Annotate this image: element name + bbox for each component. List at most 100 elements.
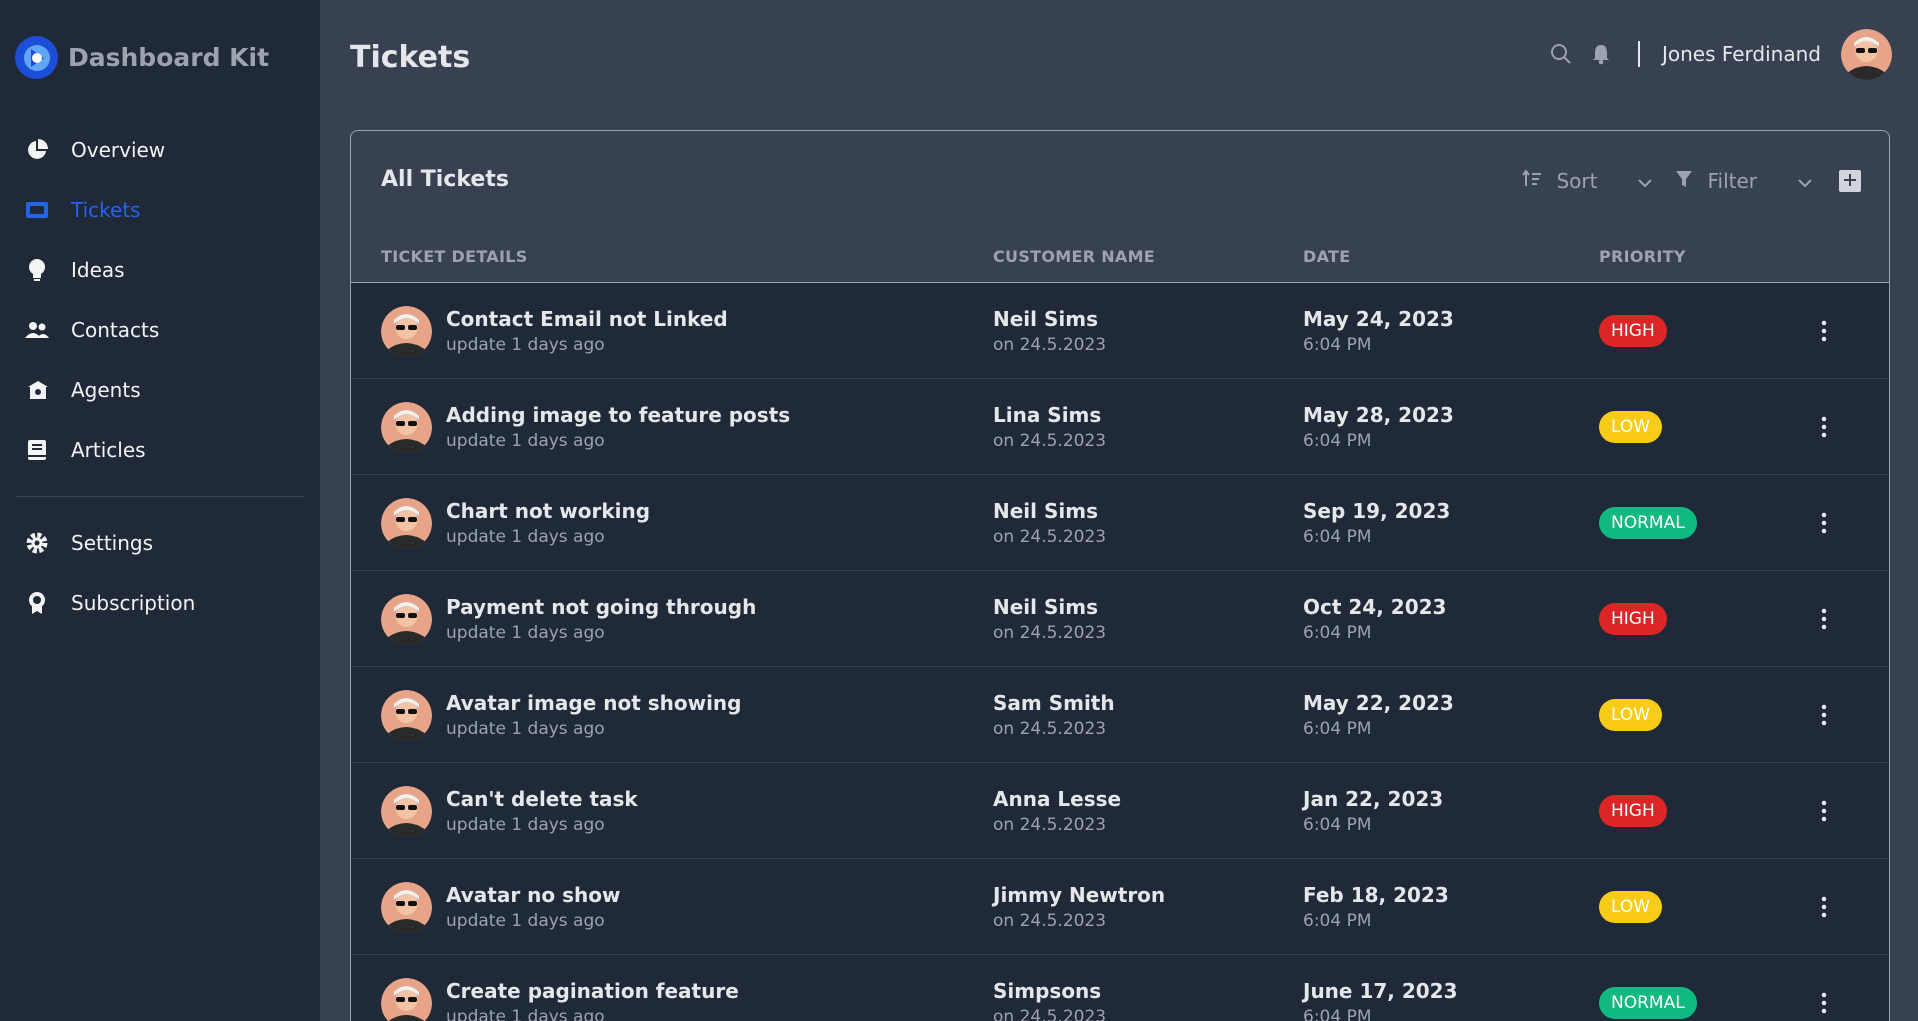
customer-date: on 24.5.2023 [993, 431, 1107, 451]
filter-icon [1675, 169, 1693, 193]
sidebar-item-label: Articles [71, 438, 146, 462]
customer-cell: Anna Lesse on 24.5.2023 [993, 763, 1121, 859]
more-vertical-icon[interactable] [1811, 414, 1837, 440]
ticket-title[interactable]: Can't delete task [446, 787, 638, 811]
brand-name: Dashboard Kit [68, 43, 270, 72]
customer-date: on 24.5.2023 [993, 623, 1107, 643]
ticket-time: 6:04 PM [1303, 623, 1372, 643]
search-icon[interactable] [1548, 41, 1574, 67]
ticket-title[interactable]: Adding image to feature posts [446, 403, 790, 427]
customer-date: on 24.5.2023 [993, 911, 1107, 931]
sidebar: Dashboard Kit Overview Tickets Ideas Con… [0, 0, 320, 1021]
table-row[interactable]: Chart not working update 1 days ago Neil… [351, 475, 1889, 571]
ticket-title[interactable]: Payment not going through [446, 595, 756, 619]
more-vertical-icon[interactable] [1811, 894, 1837, 920]
table-row[interactable]: Create pagination feature update 1 days … [351, 955, 1889, 1021]
sort-icon [1522, 169, 1542, 193]
ticket-details-cell: Adding image to feature posts update 1 d… [381, 379, 790, 475]
sort-button[interactable]: Sort [1522, 169, 1653, 193]
sidebar-item-overview[interactable]: Overview [15, 120, 305, 180]
ticket-updated: update 1 days ago [446, 719, 605, 739]
sidebar-item-contacts[interactable]: Contacts [15, 300, 305, 360]
customer-cell: Jimmy Newtron on 24.5.2023 [993, 859, 1165, 955]
ticket-updated: update 1 days ago [446, 623, 605, 643]
column-header-customer-name[interactable]: CUSTOMER NAME [993, 247, 1155, 266]
avatar [381, 977, 432, 1021]
ticket-title[interactable]: Avatar image not showing [446, 691, 742, 715]
chevron-down-icon [1637, 169, 1653, 193]
table-row[interactable]: Adding image to feature posts update 1 d… [351, 379, 1889, 475]
table-body: Contact Email not Linked update 1 days a… [351, 283, 1889, 1021]
ticket-date: June 17, 2023 [1303, 979, 1458, 1003]
more-vertical-icon[interactable] [1811, 318, 1837, 344]
award-icon [25, 591, 49, 615]
sidebar-item-label: Overview [71, 138, 166, 162]
avatar [381, 401, 432, 453]
row-actions-cell [1811, 571, 1837, 667]
bell-icon[interactable] [1588, 41, 1614, 67]
filter-button[interactable]: Filter [1675, 169, 1813, 193]
priority-cell: HIGH [1599, 283, 1667, 379]
ticket-details-cell: Avatar no show update 1 days ago [381, 859, 620, 955]
ticket-details-cell: Create pagination feature update 1 days … [381, 955, 739, 1021]
sidebar-item-agents[interactable]: Agents [15, 360, 305, 420]
sidebar-item-label: Agents [71, 378, 141, 402]
sidebar-item-settings[interactable]: Settings [15, 513, 305, 573]
priority-cell: HIGH [1599, 763, 1667, 859]
avatar[interactable] [1841, 28, 1892, 80]
row-actions-cell [1811, 955, 1837, 1021]
customer-cell: Neil Sims on 24.5.2023 [993, 475, 1106, 571]
column-header-ticket-details[interactable]: TICKET DETAILS [381, 247, 528, 266]
ticket-updated: update 1 days ago [446, 1007, 605, 1021]
avatar [381, 881, 432, 933]
ticket-title[interactable]: Contact Email not Linked [446, 307, 728, 331]
ticket-time: 6:04 PM [1303, 527, 1372, 547]
customer-name: Neil Sims [993, 307, 1098, 331]
table-row[interactable]: Avatar no show update 1 days ago Jimmy N… [351, 859, 1889, 955]
ticket-title[interactable]: Create pagination feature [446, 979, 739, 1003]
customer-cell: Neil Sims on 24.5.2023 [993, 283, 1106, 379]
table-row[interactable]: Avatar image not showing update 1 days a… [351, 667, 1889, 763]
ticket-title[interactable]: Avatar no show [446, 883, 620, 907]
chevron-down-icon [1797, 169, 1813, 193]
customer-name: Sam Smith [993, 691, 1115, 715]
column-header-priority[interactable]: PRIORITY [1599, 247, 1686, 266]
panel-header: All Tickets Sort Filter [351, 131, 1889, 231]
panel-controls: Sort Filter [1522, 163, 1861, 199]
avatar [381, 305, 432, 357]
sidebar-nav: Overview Tickets Ideas Contacts Agents A… [15, 120, 305, 633]
filter-label: Filter [1707, 169, 1757, 193]
table-row[interactable]: Contact Email not Linked update 1 days a… [351, 283, 1889, 379]
topbar-actions: Jones Ferdinand [1534, 28, 1892, 80]
sidebar-item-subscription[interactable]: Subscription [15, 573, 305, 633]
more-vertical-icon[interactable] [1811, 606, 1837, 632]
sidebar-item-articles[interactable]: Articles [15, 420, 305, 480]
more-vertical-icon[interactable] [1811, 702, 1837, 728]
sidebar-item-tickets[interactable]: Tickets [15, 180, 305, 240]
table-row[interactable]: Can't delete task update 1 days ago Anna… [351, 763, 1889, 859]
customer-cell: Sam Smith on 24.5.2023 [993, 667, 1115, 763]
ticket-details-cell: Contact Email not Linked update 1 days a… [381, 283, 728, 379]
customer-cell: Simpsons on 24.5.2023 [993, 955, 1106, 1021]
more-vertical-icon[interactable] [1811, 798, 1837, 824]
ticket-time: 6:04 PM [1303, 911, 1372, 931]
user-name[interactable]: Jones Ferdinand [1662, 42, 1821, 66]
contacts-icon [25, 318, 49, 342]
plus-icon [1843, 172, 1857, 191]
priority-cell: HIGH [1599, 571, 1667, 667]
more-vertical-icon[interactable] [1811, 510, 1837, 536]
customer-date: on 24.5.2023 [993, 527, 1107, 547]
add-ticket-button[interactable] [1839, 170, 1861, 192]
page-title: Tickets [350, 40, 471, 75]
column-header-date[interactable]: DATE [1303, 247, 1350, 266]
table-row[interactable]: Payment not going through update 1 days … [351, 571, 1889, 667]
ticket-date: May 28, 2023 [1303, 403, 1454, 427]
date-cell: Sep 19, 2023 6:04 PM [1303, 475, 1450, 571]
more-vertical-icon[interactable] [1811, 990, 1837, 1016]
ticket-title[interactable]: Chart not working [446, 499, 650, 523]
date-cell: Jan 22, 2023 6:04 PM [1303, 763, 1443, 859]
brand[interactable]: Dashboard Kit [15, 36, 269, 79]
row-actions-cell [1811, 859, 1837, 955]
ticket-details-cell: Can't delete task update 1 days ago [381, 763, 638, 859]
sidebar-item-ideas[interactable]: Ideas [15, 240, 305, 300]
